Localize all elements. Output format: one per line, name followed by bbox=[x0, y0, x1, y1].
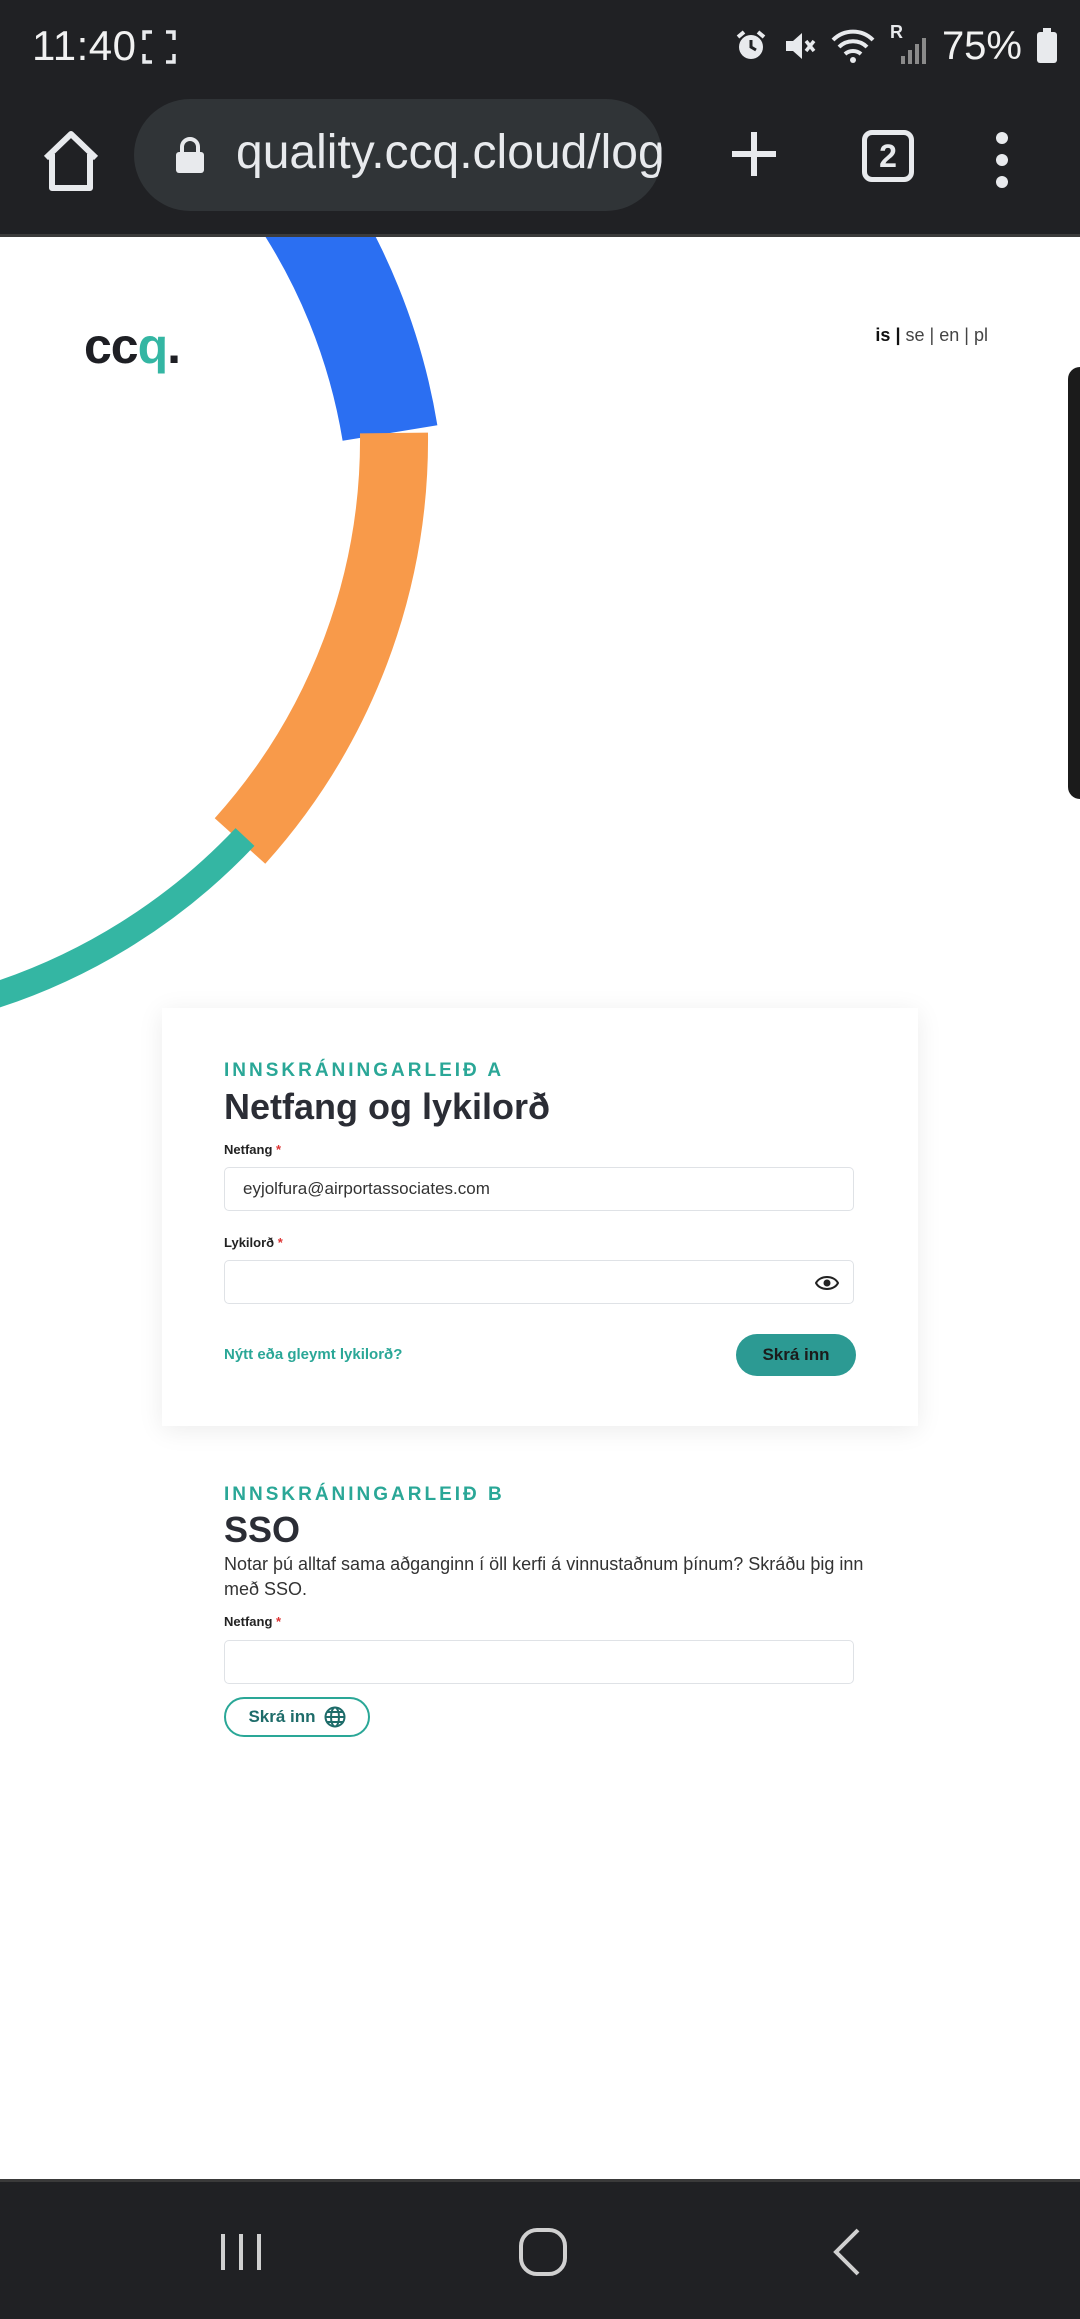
email-input[interactable]: eyjolfura@airportassociates.com bbox=[224, 1167, 854, 1211]
sso-email-label: Netfang * bbox=[224, 1614, 282, 1629]
battery-icon bbox=[1037, 28, 1057, 63]
tabs-button[interactable]: 2 bbox=[862, 130, 914, 182]
sso-email-input[interactable] bbox=[224, 1640, 854, 1684]
login-card-a: INNSKRÁNINGARLEIÐ A Netfang og lykilorð … bbox=[162, 1008, 918, 1426]
screenshot-bracket-icon bbox=[142, 30, 176, 64]
lock-icon bbox=[176, 137, 204, 173]
email-input-value: eyjolfura@airportassociates.com bbox=[243, 1179, 490, 1198]
battery-percent: 75% bbox=[941, 23, 1022, 68]
mute-icon bbox=[785, 33, 816, 59]
sso-login-button[interactable]: Skrá inn bbox=[224, 1697, 370, 1737]
logo-text-a: cc bbox=[84, 318, 139, 374]
web-page: ccq. is | se | en | pl INNSKRÁNINGARLEIÐ… bbox=[0, 237, 1080, 2179]
email-label: Netfang * bbox=[224, 1142, 282, 1157]
login-button-a[interactable]: Skrá inn bbox=[736, 1334, 856, 1376]
sso-description: Notar þú alltaf sama aðganginn í öll ker… bbox=[224, 1554, 864, 1599]
lang-separator: | bbox=[964, 325, 969, 345]
status-time: 11:40 bbox=[32, 22, 137, 69]
logo-dot: . bbox=[167, 318, 181, 374]
method-a-title: Netfang og lykilorð bbox=[224, 1086, 551, 1127]
method-b-eyebrow: INNSKRÁNINGARLEIÐ B bbox=[224, 1484, 505, 1505]
more-vert-icon[interactable] bbox=[988, 128, 1016, 192]
ccq-logo[interactable]: ccq. bbox=[84, 317, 181, 375]
status-bar: 11:40 R 75% bbox=[0, 0, 1080, 92]
logo-text-b: q bbox=[137, 318, 169, 374]
address-bar[interactable]: quality.ccq.cloud/log bbox=[134, 99, 662, 211]
password-input[interactable] bbox=[224, 1260, 854, 1304]
lang-en[interactable]: en bbox=[939, 325, 959, 345]
method-b-title: SSO bbox=[224, 1509, 301, 1550]
status-icons: R 75% bbox=[734, 20, 1058, 72]
edge-panel-handle[interactable] bbox=[1068, 367, 1080, 799]
recents-icon[interactable] bbox=[218, 2222, 264, 2282]
tab-count: 2 bbox=[879, 137, 897, 174]
eye-icon[interactable] bbox=[815, 1272, 839, 1294]
browser-toolbar: quality.ccq.cloud/log 2 bbox=[0, 92, 1080, 237]
globe-icon bbox=[324, 1706, 346, 1728]
back-icon[interactable] bbox=[830, 2222, 864, 2282]
home-icon[interactable] bbox=[38, 128, 104, 194]
lang-is[interactable]: is bbox=[875, 325, 890, 345]
lang-pl[interactable]: pl bbox=[974, 325, 988, 345]
signal-icon: R bbox=[890, 22, 928, 66]
lang-se[interactable]: se bbox=[906, 325, 925, 345]
lang-separator: | bbox=[929, 325, 935, 345]
plus-icon[interactable] bbox=[728, 128, 780, 180]
home-circle-icon[interactable] bbox=[518, 2222, 568, 2282]
decorative-arc bbox=[0, 237, 438, 1008]
password-label: Lykilorð * bbox=[224, 1235, 283, 1250]
wifi-icon bbox=[831, 29, 875, 63]
alarm-icon bbox=[736, 30, 766, 59]
system-nav-bar bbox=[0, 2179, 1080, 2319]
method-a-eyebrow: INNSKRÁNINGARLEIÐ A bbox=[224, 1060, 505, 1081]
url-text: quality.ccq.cloud/log bbox=[236, 126, 662, 179]
forgot-password-link[interactable]: Nýtt eða gleymt lykilorð? bbox=[224, 1346, 402, 1363]
sso-login-label: Skrá inn bbox=[248, 1707, 316, 1726]
lang-separator: | bbox=[895, 325, 901, 345]
language-switcher: is | se | en | pl bbox=[875, 325, 988, 346]
